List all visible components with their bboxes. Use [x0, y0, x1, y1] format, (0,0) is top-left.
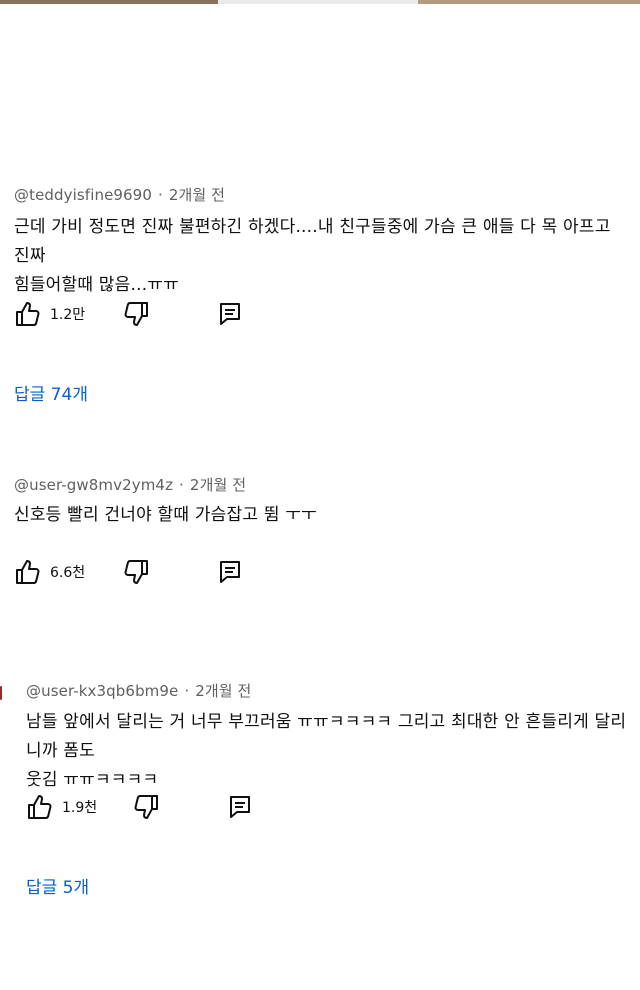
separator-dot: · [179, 476, 184, 494]
comment-author[interactable]: @user-gw8mv2ym4z [14, 476, 173, 494]
view-replies-link[interactable]: 답글 74개 [14, 380, 88, 405]
reply-button[interactable] [218, 557, 242, 587]
comment-time[interactable]: 2개월 전 [190, 476, 246, 494]
comment-text-line: 신호등 빨리 건너야 할때 가슴잡고 뜀 ㅜㅜ [14, 505, 317, 525]
comment-actions: 1.9천 [26, 792, 286, 822]
thumbnail-segment [218, 0, 418, 4]
comment-header: @teddyisfine9690 · 2개월 전 [14, 184, 225, 205]
comment-time[interactable]: 2개월 전 [169, 186, 225, 204]
comment-author[interactable]: @user-kx3qb6bm9e [26, 682, 178, 700]
reply-button[interactable] [218, 299, 242, 329]
comment-header: @user-kx3qb6bm9e · 2개월 전 [26, 680, 251, 701]
dislike-button[interactable] [132, 792, 160, 822]
reply-button[interactable] [228, 792, 252, 822]
like-button[interactable]: 1.2만 [14, 299, 85, 329]
dislike-button[interactable] [122, 299, 150, 329]
thumbnail-segment [0, 0, 218, 4]
comment-author[interactable]: @teddyisfine9690 [14, 186, 152, 204]
comment-text-line: 웃김 ㅠㅠㅋㅋㅋㅋ [26, 770, 159, 790]
reply-comment-icon [228, 794, 252, 820]
comment-text-line: 힘들어할때 많음...ㅠㅠ [14, 275, 179, 295]
reply-comment-icon [218, 301, 242, 327]
dislike-button[interactable] [122, 557, 150, 587]
thumbs-up-icon [26, 793, 54, 821]
like-button[interactable]: 6.6천 [14, 557, 85, 587]
comment-body: 신호등 빨리 건너야 할때 가슴잡고 뜀 ㅜㅜ [14, 501, 624, 530]
like-count: 1.2만 [50, 307, 86, 323]
like-button[interactable]: 1.9천 [26, 792, 97, 822]
thumbs-down-icon [122, 558, 150, 586]
video-thumbnail-strip [0, 0, 640, 4]
comment-text-line: 남들 앞에서 달리는 거 너무 부끄러움 ㅠㅠㅋㅋㅋㅋ 그리고 최대한 안 흔들… [26, 712, 627, 761]
separator-dot: · [157, 186, 163, 204]
thumbs-down-icon [122, 300, 150, 328]
comment-text-line: 근데 가비 정도면 진짜 불편하긴 하겠다....내 친구들중에 가슴 큰 애들… [14, 217, 611, 266]
comment-actions: 1.2만 [14, 299, 274, 329]
comment-actions: 6.6천 [14, 557, 274, 587]
edge-marker [0, 686, 2, 700]
thumbnail-segment [418, 0, 640, 4]
like-count: 1.9천 [62, 800, 98, 816]
separator-dot: · [184, 682, 190, 700]
thumbs-down-icon [132, 793, 160, 821]
reply-comment-icon [218, 559, 242, 585]
view-replies-link[interactable]: 답글 5개 [26, 873, 89, 898]
thumbs-up-icon [14, 558, 42, 586]
comment-time[interactable]: 2개월 전 [195, 682, 251, 700]
comment-body: 근데 가비 정도면 진짜 불편하긴 하겠다....내 친구들중에 가슴 큰 애들… [14, 213, 624, 300]
comment-body: 남들 앞에서 달리는 거 너무 부끄러움 ㅠㅠㅋㅋㅋㅋ 그리고 최대한 안 흔들… [26, 708, 634, 795]
like-count: 6.6천 [50, 565, 86, 581]
thumbs-up-icon [14, 300, 42, 328]
comment-header: @user-gw8mv2ym4z · 2개월 전 [14, 474, 246, 495]
